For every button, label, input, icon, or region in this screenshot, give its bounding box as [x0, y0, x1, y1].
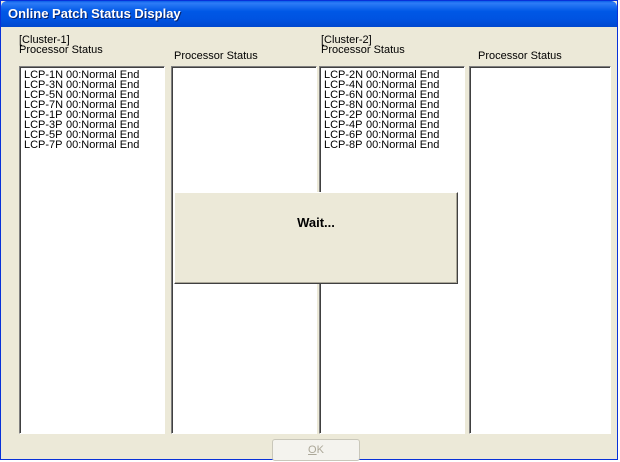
processor-status: 00:Normal End	[66, 139, 140, 151]
processor-name: LCP-8P	[324, 139, 363, 151]
wait-message: Wait...	[297, 215, 335, 230]
online-patch-status-window: Online Patch Status Display [Cluster-1] …	[0, 0, 618, 461]
title-bar[interactable]: Online Patch Status Display	[1, 1, 617, 27]
cluster-2-list-2[interactable]	[469, 66, 611, 434]
cluster-1-col-2-header: Processor Status	[174, 50, 258, 62]
processor-name: LCP-7P	[24, 139, 63, 151]
list-item[interactable]: LCP-8P 00:Normal End	[320, 139, 464, 151]
ok-button[interactable]: OK	[272, 439, 360, 461]
cluster-1-list-1[interactable]: LCP-1N 00:Normal End LCP-3N 00:Normal End …	[19, 66, 165, 434]
cluster-2-col-2-header: Processor Status	[478, 50, 562, 62]
ok-button-label: K	[316, 444, 324, 456]
wait-panel: Wait...	[174, 192, 458, 284]
ok-button-mnemonic: O	[308, 444, 317, 456]
processor-status: 00:Normal End	[366, 139, 440, 151]
window-title: Online Patch Status Display	[8, 6, 181, 21]
cluster-2-col-1-header: Processor Status	[321, 44, 405, 56]
list-item[interactable]: LCP-7P 00:Normal End	[20, 139, 164, 151]
cluster-1-col-1-header: Processor Status	[19, 44, 103, 56]
